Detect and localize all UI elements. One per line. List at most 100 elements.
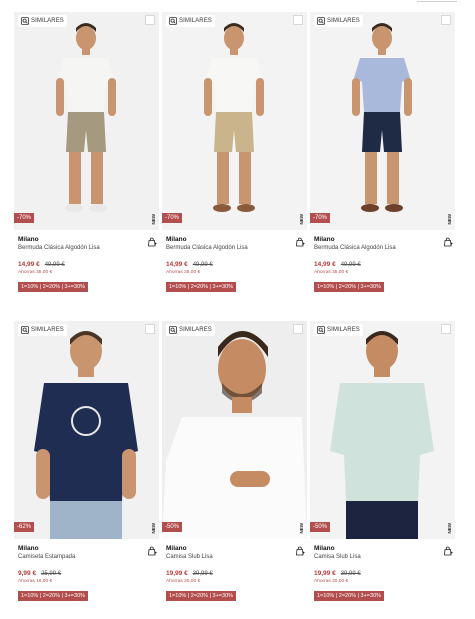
- add-to-bag-icon[interactable]: [295, 237, 305, 247]
- select-checkbox[interactable]: [441, 324, 451, 334]
- multibuy-promo-badge: 1=10% | 2=20% | 3+=30%: [314, 282, 385, 292]
- product-name[interactable]: Bermuda Clásica Algodón Lisa: [18, 244, 155, 252]
- similar-items-icon: [317, 17, 325, 25]
- model-leg-left: [365, 152, 377, 204]
- product-listing-page: SIMILARES -70% NEW Milano Bermuda Clásic…: [0, 0, 475, 619]
- product-info: Milano Camisa Slub Lisa 19,99 € 39,99 € …: [162, 539, 307, 602]
- sale-price: 9,99 €: [18, 570, 37, 577]
- product-photo[interactable]: SIMILARES -62% NEW: [14, 321, 159, 539]
- multibuy-promo-badge: 1=10% | 2=20% | 3+=30%: [166, 282, 237, 292]
- product-card[interactable]: SIMILARES -50% NEW Milano Camisa Slub Li…: [162, 321, 307, 619]
- model-hand: [230, 471, 270, 487]
- select-checkbox[interactable]: [145, 324, 155, 334]
- model-neck: [374, 367, 390, 377]
- original-price: 25,99 €: [41, 571, 62, 577]
- product-name[interactable]: Camisa Slub Lisa: [314, 553, 451, 561]
- similares-button[interactable]: SIMILARES: [166, 324, 215, 336]
- savings-text: Ahorras 35,00 €: [314, 270, 349, 275]
- new-badge: NEW: [299, 213, 304, 225]
- model-shoe-right: [237, 204, 255, 212]
- model-head: [372, 26, 392, 50]
- model-arm-left: [36, 449, 50, 499]
- new-badge: NEW: [151, 213, 156, 225]
- product-card[interactable]: SIMILARES -70% NEW Milano Bermuda Clásic…: [162, 12, 307, 315]
- savings-text: Ahorras 20,00 €: [166, 579, 201, 584]
- similares-button[interactable]: SIMILARES: [18, 15, 67, 27]
- add-to-bag-icon[interactable]: [147, 237, 157, 247]
- product-photo[interactable]: SIMILARES -70% NEW: [14, 12, 159, 230]
- product-info: Milano Camiseta Estampada 9,99 € 25,99 €…: [14, 539, 159, 602]
- similar-items-icon: [21, 326, 29, 334]
- product-photo[interactable]: SIMILARES -50% NEW: [310, 321, 455, 539]
- model-leg-right: [239, 152, 251, 204]
- add-to-bag-icon[interactable]: [147, 546, 157, 556]
- select-checkbox[interactable]: [293, 15, 303, 25]
- price-row: 14,99 € 49,99 €: [314, 261, 451, 268]
- model-neck: [230, 48, 238, 55]
- product-info: Milano Camisa Slub Lisa 19,99 € 39,99 € …: [310, 539, 455, 602]
- original-price: 49,99 €: [192, 262, 213, 268]
- similares-button[interactable]: SIMILARES: [314, 15, 363, 27]
- similares-label: SIMILARES: [179, 327, 212, 333]
- product-model-image: [14, 321, 159, 539]
- product-photo[interactable]: SIMILARES -50% NEW: [162, 321, 307, 539]
- multibuy-promo-badge: 1=10% | 2=20% | 3+=30%: [18, 282, 89, 292]
- model-leg-right: [387, 152, 399, 204]
- model-arm-left: [352, 78, 360, 116]
- price-row: 14,99 € 49,99 €: [166, 261, 303, 268]
- multibuy-promo-badge: 1=10% | 2=20% | 3+=30%: [166, 591, 237, 601]
- price-row: 19,99 € 39,99 €: [314, 570, 451, 577]
- model-arm-right: [108, 78, 116, 116]
- savings-text: Ahorras 20,00 €: [314, 579, 349, 584]
- add-to-bag-icon[interactable]: [443, 546, 453, 556]
- select-checkbox[interactable]: [441, 15, 451, 25]
- similares-button[interactable]: SIMILARES: [166, 15, 215, 27]
- price-row: 9,99 € 25,99 €: [18, 570, 155, 577]
- product-name[interactable]: Camisa Slub Lisa: [166, 553, 303, 561]
- similares-label: SIMILARES: [31, 327, 64, 333]
- product-model-image: [162, 12, 307, 230]
- add-to-bag-icon[interactable]: [443, 237, 453, 247]
- product-brand: Milano: [314, 236, 335, 243]
- model-shoe-left: [213, 204, 231, 212]
- new-badge: NEW: [299, 522, 304, 534]
- product-name[interactable]: Camiseta Estampada: [18, 553, 155, 561]
- product-brand: Milano: [314, 545, 335, 552]
- add-to-bag-icon[interactable]: [295, 546, 305, 556]
- original-price: 49,99 €: [340, 262, 361, 268]
- model-leg-left: [217, 152, 229, 204]
- model-trousers: [346, 501, 418, 539]
- product-grid: SIMILARES -70% NEW Milano Bermuda Clásic…: [14, 12, 455, 619]
- discount-badge: -50%: [162, 522, 183, 532]
- model-neck: [82, 48, 90, 55]
- model-shoe-right: [89, 204, 107, 212]
- multibuy-promo-badge: 1=10% | 2=20% | 3+=30%: [18, 591, 89, 601]
- savings-text: Ahorras 16,00 €: [18, 579, 53, 584]
- product-card[interactable]: SIMILARES -70% NEW Milano Bermuda Clásic…: [310, 12, 455, 315]
- similares-button[interactable]: SIMILARES: [18, 324, 67, 336]
- new-badge: NEW: [447, 213, 452, 225]
- sale-price: 14,99 €: [18, 261, 40, 268]
- product-card[interactable]: SIMILARES -50% NEW Milano Camisa Slub Li…: [310, 321, 455, 619]
- select-checkbox[interactable]: [145, 15, 155, 25]
- model-shoe-left: [65, 204, 83, 212]
- select-checkbox[interactable]: [293, 324, 303, 334]
- product-photo[interactable]: SIMILARES -70% NEW: [162, 12, 307, 230]
- product-info: Milano Bermuda Clásica Algodón Lisa 14,9…: [162, 230, 307, 293]
- similar-items-icon: [169, 326, 177, 334]
- product-photo[interactable]: SIMILARES -70% NEW: [310, 12, 455, 230]
- product-name[interactable]: Bermuda Clásica Algodón Lisa: [314, 244, 451, 252]
- new-badge: NEW: [151, 522, 156, 534]
- product-card[interactable]: SIMILARES -62% NEW Milano Camiseta Estam…: [14, 321, 159, 619]
- model-shoe-right: [385, 204, 403, 212]
- discount-badge: -70%: [162, 213, 183, 223]
- similar-items-icon: [169, 17, 177, 25]
- similares-button[interactable]: SIMILARES: [314, 324, 363, 336]
- similares-label: SIMILARES: [327, 327, 360, 333]
- model-shirt: [330, 383, 434, 501]
- product-name[interactable]: Bermuda Clásica Algodón Lisa: [166, 244, 303, 252]
- savings-text: Ahorras 35,00 €: [166, 270, 201, 275]
- product-card[interactable]: SIMILARES -70% NEW Milano Bermuda Clásic…: [14, 12, 159, 315]
- similar-items-icon: [317, 326, 325, 334]
- original-price: 39,99 €: [192, 571, 213, 577]
